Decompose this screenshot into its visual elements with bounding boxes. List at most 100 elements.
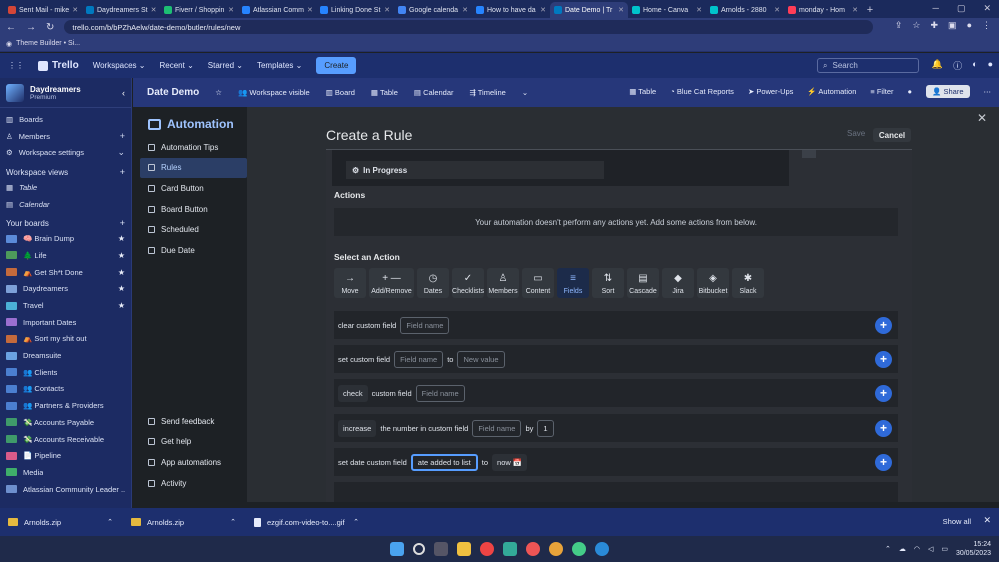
collapse-sidebar-icon[interactable]: ‹ (122, 88, 125, 98)
tab-close-icon[interactable]: ✕ (696, 6, 702, 14)
app-icon[interactable] (503, 542, 517, 556)
tab-close-icon[interactable]: ✕ (307, 6, 313, 14)
menu-templates[interactable]: Templates ⌄ (257, 61, 302, 70)
search-input[interactable]: ⌕ Search (817, 58, 919, 73)
chevron-up-icon[interactable]: ⌃ (353, 518, 359, 526)
tab-close-icon[interactable]: ✕ (774, 6, 780, 14)
add-view-icon[interactable]: + (120, 167, 125, 177)
edge-icon[interactable] (595, 542, 609, 556)
member-avatar[interactable]: ● (908, 87, 913, 96)
sidebar-item-boards[interactable]: ▥ Boards (0, 111, 131, 128)
extensions-icon[interactable]: ✚ (931, 20, 939, 31)
view-table[interactable]: ▦ Table (371, 88, 398, 97)
profile-icon[interactable]: ● (967, 20, 972, 31)
automation-menu-board-button[interactable]: Board Button (140, 199, 247, 220)
browser-tab[interactable]: Date Demo | Tr ✕ (550, 2, 628, 18)
notifications-icon[interactable]: 🔔 (932, 59, 943, 72)
star-icon[interactable]: ★ (118, 301, 125, 310)
show-all-downloads[interactable]: Show all (943, 517, 971, 526)
blue-cat-reports-button[interactable]: ◔ Blue Cat Reports (670, 87, 734, 96)
file-explorer-icon[interactable] (457, 542, 471, 556)
star-icon[interactable]: ★ (118, 251, 125, 260)
sidebar-board-item[interactable]: 💸 Accounts Payable (0, 414, 131, 431)
field-name-input[interactable]: ate added to list (410, 453, 478, 471)
action-tab-move[interactable]: → Move (334, 268, 366, 298)
clock[interactable]: 15:24 30/05/2023 (956, 540, 991, 558)
value-input[interactable]: 1 (537, 419, 554, 437)
chevron-up-icon[interactable]: ⌃ (230, 518, 236, 526)
sidebar-board-item[interactable]: Important Dates (0, 314, 131, 331)
share-page-icon[interactable]: ⇪ (895, 20, 903, 31)
tab-close-icon[interactable]: ✕ (852, 6, 858, 14)
sidebar-icon[interactable]: ▣ (948, 20, 957, 31)
action-tab-bitbucket[interactable]: ◈ Bitbucket (697, 268, 729, 298)
automation-menu-rules[interactable]: Rules (140, 157, 247, 179)
sidebar-board-item[interactable]: Daydreamers ★ (0, 281, 131, 298)
sidebar-board-item[interactable]: 👥 Partners & Providers (0, 397, 131, 414)
minimize-icon[interactable]: ─ (933, 3, 939, 14)
cancel-button[interactable]: Cancel (873, 128, 911, 142)
tab-close-icon[interactable]: ✕ (618, 6, 624, 14)
sidebar-board-item[interactable]: ⛺ Get Sh*t Done ★ (0, 264, 131, 281)
automation-menu-due-date[interactable]: Due Date (140, 240, 247, 261)
sidebar-board-item[interactable]: Atlassian Community Leader ... (0, 481, 131, 498)
board-menu-icon[interactable]: ⋯ (984, 87, 992, 96)
cloud-icon[interactable]: ☁ (899, 545, 906, 553)
chrome-icon[interactable] (480, 542, 494, 556)
sidebar-board-item[interactable]: Dreamsuite (0, 347, 131, 364)
table-button[interactable]: ▦ Table (629, 87, 656, 96)
automation-link-app-automations[interactable]: App automations (140, 452, 247, 473)
automation-menu-automation-tips[interactable]: Automation Tips (140, 137, 247, 158)
help-icon[interactable]: ⓘ (953, 59, 962, 72)
sidebar-board-item[interactable]: ⛺ Sort my shit out (0, 331, 131, 348)
url-bar[interactable]: trello.com/b/bPZhAelw/date-demo/butler/r… (64, 20, 873, 34)
tab-close-icon[interactable]: ✕ (462, 6, 468, 14)
apps-grid-icon[interactable]: ⋮⋮ (8, 61, 24, 70)
browser-tab[interactable]: Arnolds - 2880 ✕ (706, 2, 784, 18)
download-item[interactable]: Arnolds.zip ⌃ (8, 518, 113, 527)
account-avatar[interactable]: ● (988, 59, 993, 72)
action-tab-dates[interactable]: ◷ Dates (417, 268, 449, 298)
close-downloads-icon[interactable]: ✕ (983, 515, 991, 526)
sidebar-board-item[interactable]: 🧠 Brain Dump ★ (0, 230, 131, 247)
sidebar-view-calendar[interactable]: ▤ Calendar (0, 196, 131, 213)
chrome-profile-3-icon[interactable] (572, 542, 586, 556)
star-icon[interactable]: ★ (118, 234, 125, 243)
automation-menu-card-button[interactable]: Card Button (140, 178, 247, 199)
tab-close-icon[interactable]: ✕ (151, 6, 157, 14)
action-tab-checklists[interactable]: ✓ Checklists (452, 268, 484, 298)
board-title[interactable]: Date Demo (147, 87, 199, 98)
add-action-button[interactable]: + (875, 453, 892, 471)
new-tab-button[interactable]: + (862, 2, 878, 18)
volume-icon[interactable]: ◁ (928, 545, 933, 553)
browser-tab[interactable]: Daydreamers St ✕ (82, 2, 160, 18)
add-board-icon[interactable]: + (120, 218, 125, 228)
maximize-icon[interactable]: ▢ (957, 3, 966, 14)
trello-logo[interactable]: Trello (38, 60, 79, 71)
field-name-input[interactable]: Field name (415, 384, 465, 402)
sidebar-board-item[interactable]: 📄 Pipeline (0, 447, 131, 464)
create-button[interactable]: Create (316, 57, 357, 74)
automation-link-activity[interactable]: Activity (140, 473, 247, 494)
add-action-button[interactable]: + (875, 350, 892, 368)
action-tab-members[interactable]: ♙ Members (487, 268, 519, 298)
browser-tab[interactable]: Google calenda ✕ (394, 2, 472, 18)
action-tab-cascade[interactable]: ▤ Cascade (627, 268, 659, 298)
bookmark-item[interactable]: Theme Builder • Si... (16, 40, 80, 47)
browser-tab[interactable]: How to have da ✕ (472, 2, 550, 18)
sidebar-item-members[interactable]: ♙ Members + (0, 128, 131, 145)
sidebar-item-workspace-settings[interactable]: ⚙ Workspace settings ⌄ (0, 144, 131, 161)
view-timeline[interactable]: ⇶ Timeline (470, 88, 506, 97)
automation-link-get-help[interactable]: Get help (140, 432, 247, 453)
tray-arrow-icon[interactable]: ⌃ (885, 545, 891, 553)
field-name-input[interactable]: Field name (400, 316, 450, 334)
view-board[interactable]: ▥ Board (326, 88, 355, 97)
add-action-button[interactable]: + (875, 419, 892, 437)
add-action-button[interactable]: + (875, 316, 892, 334)
chevron-up-icon[interactable]: ⌃ (107, 518, 113, 526)
browser-tab[interactable]: Fiverr / Shoppin ✕ (160, 2, 238, 18)
automation-menu-scheduled[interactable]: Scheduled (140, 219, 247, 240)
trigger-edit-handle[interactable] (802, 150, 816, 158)
filter-button[interactable]: ≡ Filter (870, 87, 893, 96)
chrome-profile-2-icon[interactable] (549, 542, 563, 556)
